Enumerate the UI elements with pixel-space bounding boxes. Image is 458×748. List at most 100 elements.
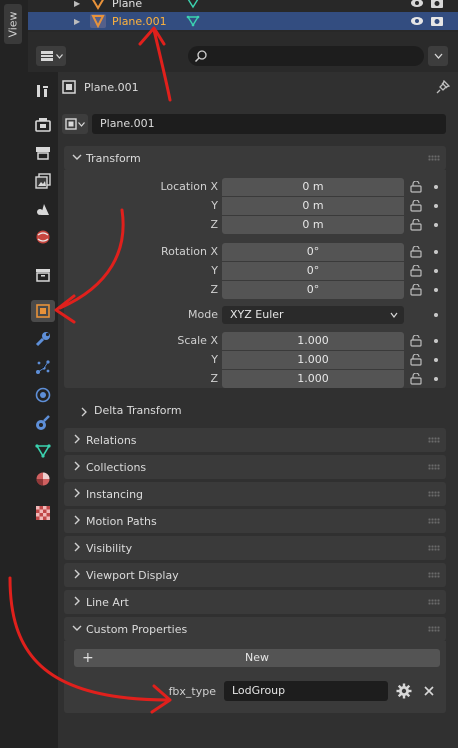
tab-material[interactable] — [31, 468, 55, 490]
camera-icon[interactable] — [430, 0, 444, 9]
mesh-data-icon[interactable] — [186, 15, 200, 27]
properties-tab-column — [28, 72, 58, 748]
lock-icon[interactable] — [410, 335, 422, 347]
gear-icon[interactable] — [396, 683, 412, 699]
outliner-row-selected[interactable]: ▶ Plane.001 — [28, 12, 458, 30]
relations-panel-header[interactable]: Relations — [64, 428, 446, 452]
camera-icon[interactable] — [430, 15, 444, 27]
rotation-y-field[interactable]: 0° — [222, 262, 404, 280]
tab-scene[interactable] — [31, 198, 55, 220]
location-x-field[interactable]: 0 m — [222, 178, 404, 196]
tab-physics[interactable] — [31, 384, 55, 406]
lock-icon[interactable] — [410, 284, 422, 296]
drag-grip-icon[interactable] — [428, 545, 440, 551]
delta-transform-subpanel[interactable]: Delta Transform — [81, 404, 182, 417]
output-icon — [36, 147, 50, 160]
viewport-display-panel-header[interactable]: Viewport Display — [64, 563, 446, 587]
lock-icon[interactable] — [410, 354, 422, 366]
line-art-panel-header[interactable]: Line Art — [64, 590, 446, 614]
tab-world[interactable] — [31, 226, 55, 248]
lock-icon[interactable] — [410, 265, 422, 277]
keyframe-dot-icon[interactable] — [434, 250, 438, 254]
drag-grip-icon[interactable] — [428, 491, 440, 497]
scale-z-row: Z 1.000 — [64, 370, 446, 388]
drag-grip-icon[interactable] — [428, 155, 440, 161]
lock-icon[interactable] — [410, 246, 422, 258]
rotation-x-row: Rotation X 0° — [64, 243, 446, 261]
mesh-data-icon[interactable] — [186, 0, 200, 9]
expand-arrow-icon[interactable]: ▶ — [74, 17, 80, 26]
transform-panel-body: Location X 0 m Y 0 m Z 0 m Rotation X 0° — [64, 170, 446, 388]
new-property-button[interactable]: + New — [74, 649, 440, 667]
object-browse-button[interactable] — [62, 114, 88, 134]
drag-grip-icon[interactable] — [428, 464, 440, 470]
tab-output[interactable] — [31, 142, 55, 164]
keyframe-dot-icon[interactable] — [434, 288, 438, 292]
tab-collection[interactable] — [31, 264, 55, 286]
object-name-field[interactable]: Plane.001 — [92, 114, 446, 134]
keyframe-dot-icon[interactable] — [434, 339, 438, 343]
rotation-x-field[interactable]: 0° — [222, 243, 404, 261]
custom-property-value-field[interactable]: LodGroup — [224, 681, 388, 701]
tab-data[interactable] — [31, 440, 55, 462]
world-icon — [36, 230, 50, 244]
keyframe-dot-icon[interactable] — [434, 358, 438, 362]
keyframe-dot-icon[interactable] — [434, 377, 438, 381]
outliner-row[interactable]: ▶ Plane — [28, 0, 458, 12]
scale-y-field[interactable]: 1.000 — [222, 351, 404, 369]
lock-icon[interactable] — [410, 200, 422, 212]
keyframe-dot-icon[interactable] — [434, 204, 438, 208]
outliner: ▶ Plane ▶ Plane.001 — [28, 0, 458, 32]
pin-icon[interactable] — [436, 80, 450, 94]
motion-paths-panel-header[interactable]: Motion Paths — [64, 509, 446, 533]
lock-icon[interactable] — [410, 219, 422, 231]
custom-properties-panel-header[interactable]: Custom Properties — [64, 617, 446, 641]
chevron-right-icon — [74, 488, 80, 498]
instancing-panel-header[interactable]: Instancing — [64, 482, 446, 506]
keyframe-dot-icon[interactable] — [434, 269, 438, 273]
tab-modifiers[interactable] — [31, 328, 55, 350]
keyframe-dot-icon[interactable] — [434, 185, 438, 189]
collections-panel-header[interactable]: Collections — [64, 455, 446, 479]
eye-icon[interactable] — [410, 0, 424, 9]
tab-render[interactable] — [31, 114, 55, 136]
lock-icon[interactable] — [410, 181, 422, 193]
outliner-item-name: Plane.001 — [112, 14, 167, 28]
drag-grip-icon[interactable] — [428, 626, 440, 632]
transform-panel-header[interactable]: Transform — [64, 146, 446, 170]
rotation-y-label: Y — [211, 264, 218, 277]
tab-particles[interactable] — [31, 356, 55, 378]
view-tab[interactable]: View — [4, 4, 22, 44]
rotation-z-field[interactable]: 0° — [222, 281, 404, 299]
scale-x-field[interactable]: 1.000 — [222, 332, 404, 350]
delta-transform-label: Delta Transform — [94, 404, 182, 417]
tab-object[interactable] — [31, 300, 55, 322]
close-icon[interactable] — [422, 684, 436, 698]
scale-z-field[interactable]: 1.000 — [222, 370, 404, 388]
drag-grip-icon[interactable] — [428, 518, 440, 524]
keyframe-dot-icon[interactable] — [434, 313, 438, 317]
options-dropdown[interactable] — [428, 46, 448, 66]
chevron-right-icon — [74, 434, 80, 444]
search-input[interactable] — [188, 46, 424, 66]
eye-icon[interactable] — [410, 15, 424, 27]
location-y-field[interactable]: 0 m — [222, 197, 404, 215]
tab-texture[interactable] — [31, 502, 55, 524]
rotation-mode-select[interactable]: XYZ Euler — [222, 306, 404, 324]
editor-type-button[interactable] — [36, 46, 66, 66]
expand-arrow-icon[interactable]: ▶ — [74, 0, 80, 8]
tab-constraints[interactable] — [31, 412, 55, 434]
chevron-right-icon — [74, 461, 80, 471]
visibility-panel-header[interactable]: Visibility — [64, 536, 446, 560]
drag-grip-icon[interactable] — [428, 599, 440, 605]
lock-icon[interactable] — [410, 373, 422, 385]
keyframe-dot-icon[interactable] — [434, 223, 438, 227]
tab-view-layer[interactable] — [31, 170, 55, 192]
drag-grip-icon[interactable] — [428, 437, 440, 443]
drag-grip-icon[interactable] — [428, 572, 440, 578]
chevron-down-icon — [78, 121, 85, 127]
tab-tool[interactable] — [31, 80, 55, 102]
panel-title: Viewport Display — [86, 569, 179, 582]
panel-title: Instancing — [86, 488, 144, 501]
location-z-field[interactable]: 0 m — [222, 216, 404, 234]
